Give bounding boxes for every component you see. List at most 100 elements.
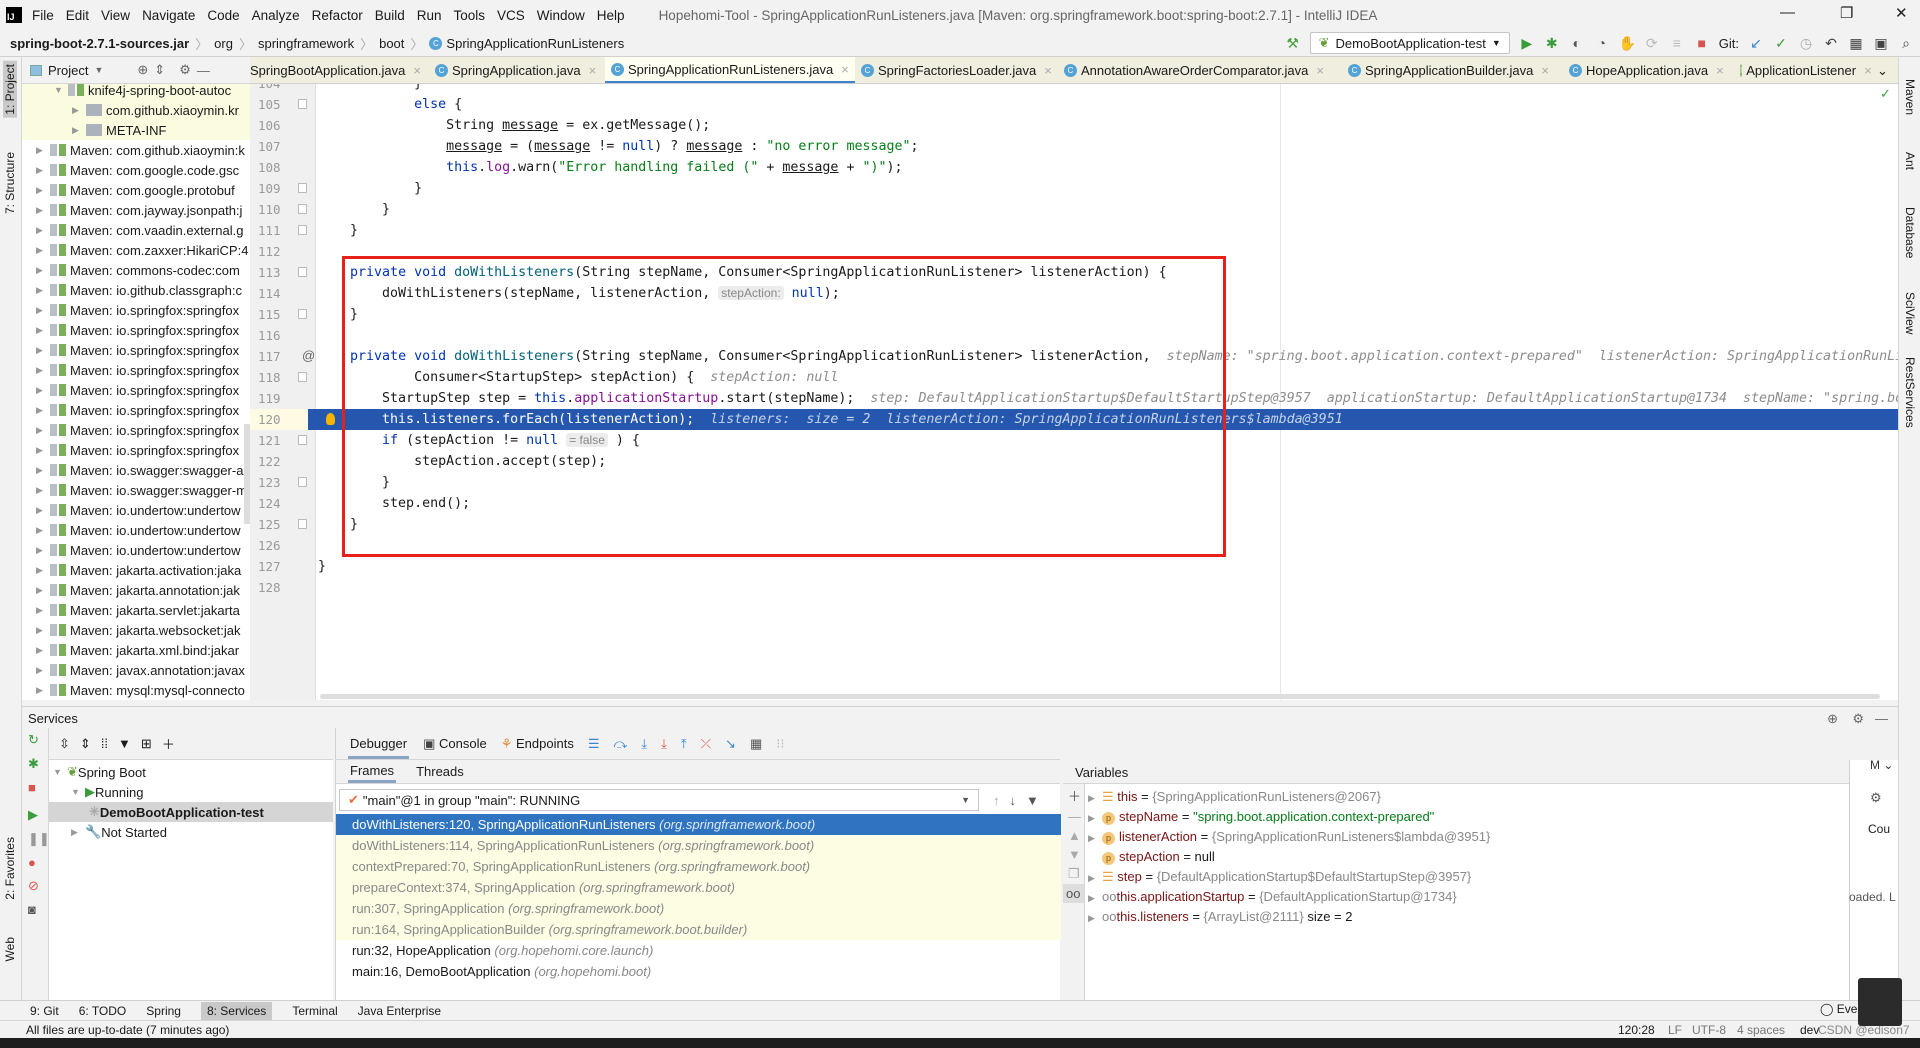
add-watch-icon[interactable]: ＋ — [1063, 784, 1084, 807]
collapsed-arrow-icon[interactable]: ▶ — [36, 245, 50, 256]
minimize-button[interactable]: — — [1780, 4, 1795, 21]
debug-restart-icon[interactable]: ✱ — [22, 752, 48, 776]
tab-close-icon[interactable]: × — [1864, 63, 1871, 78]
project-tree-item[interactable]: ▶ Maven: jakarta.annotation:jak — [22, 580, 250, 600]
caret-position[interactable]: 120:28 — [1618, 1023, 1655, 1037]
tab-threads[interactable]: Threads — [416, 764, 464, 779]
tab-list-chevron-icon[interactable]: ⌄ — [1871, 57, 1894, 83]
project-tree-item[interactable]: ▶ Maven: io.springfox:springfox — [22, 300, 250, 320]
fold-marker-icon[interactable] — [298, 183, 307, 193]
collapsed-arrow-icon[interactable]: ▶ — [36, 365, 50, 376]
project-tree-item[interactable]: ▶ Maven: io.springfox:springfox — [22, 340, 250, 360]
new-tab-icon[interactable]: ⊞ — [141, 736, 152, 752]
file-encoding[interactable]: UTF-8 — [1692, 1023, 1726, 1037]
git-commit-icon[interactable]: ✓ — [1773, 35, 1789, 52]
menu-help[interactable]: Help — [597, 8, 625, 23]
fold-marker-icon[interactable] — [298, 99, 307, 109]
memory-settings-icon[interactable]: ⚙ — [1870, 790, 1882, 806]
menu-run[interactable]: Run — [417, 8, 442, 23]
expand-arrow-icon[interactable]: ▶ — [1088, 788, 1102, 808]
tool-window-services[interactable]: 8: Services — [200, 1001, 273, 1020]
tab-close-icon[interactable]: × — [1044, 63, 1052, 78]
variable-row[interactable]: ▶ oothis.applicationStartup = {DefaultApp… — [1088, 887, 1457, 907]
stack-frame[interactable]: run:164, SpringApplicationBuilder (org.s… — [336, 919, 1061, 940]
expanded-arrow-icon[interactable]: ▼ — [71, 787, 85, 797]
frame-up-icon[interactable]: ↑ — [993, 793, 1000, 808]
service-tree-item[interactable]: ▶ 🔧 Not Started — [49, 822, 333, 842]
variable-row[interactable]: p stepAction = null — [1088, 847, 1215, 867]
close-button[interactable]: ✕ — [1895, 4, 1908, 22]
collapsed-arrow-icon[interactable]: ▶ — [36, 405, 50, 416]
run-config-select[interactable]: ❦ DemoBootApplication-test ▼ — [1309, 32, 1510, 54]
coverage-icon[interactable]: ◐ — [1569, 35, 1585, 51]
collapsed-arrow-icon[interactable]: ▶ — [36, 445, 50, 456]
collapse-all-icon[interactable]: ⇕ — [80, 736, 91, 752]
indent-setting[interactable]: 4 spaces — [1737, 1023, 1785, 1037]
project-structure-icon[interactable]: ▦ — [1848, 35, 1864, 52]
project-tree-item[interactable]: ▶ Maven: io.springfox:springfox — [22, 400, 250, 420]
editor-tab[interactable]: I ApplicationListener × — [1734, 57, 1871, 83]
menu-refactor[interactable]: Refactor — [312, 8, 363, 23]
project-tree-item[interactable]: ▶ Maven: io.springfox:springfox — [22, 360, 250, 380]
fold-marker-icon[interactable] — [298, 225, 307, 235]
tab-console[interactable]: ▣ Console — [423, 736, 487, 752]
collapsed-arrow-icon[interactable]: ▶ — [36, 665, 50, 676]
debug-icon[interactable]: ✱ — [1544, 35, 1560, 52]
menu-window[interactable]: Window — [537, 8, 585, 23]
project-tree-item[interactable]: ▶ Maven: jakarta.websocket:jak — [22, 620, 250, 640]
memory-tab[interactable]: M ⌄ — [1870, 758, 1893, 772]
editor-tab[interactable]: C AnnotationAwareOrderComparator.java × — [1058, 57, 1342, 83]
run-icon[interactable]: ▶ — [1519, 35, 1535, 52]
variable-row[interactable]: ▶ oothis.listeners = {ArrayList@2111} siz… — [1088, 907, 1353, 927]
tool-window-terminal[interactable]: Terminal — [292, 1004, 337, 1018]
show-execution-point-icon[interactable]: ☰ — [588, 736, 600, 752]
line-separator[interactable]: LF — [1668, 1023, 1682, 1037]
fold-marker-icon[interactable] — [298, 477, 307, 487]
project-tree-item[interactable]: ▶ Maven: com.github.xiaoymin:k — [22, 140, 250, 160]
tool-sciview[interactable]: SciView — [1903, 292, 1917, 334]
collapsed-arrow-icon[interactable]: ▶ — [36, 145, 50, 156]
tool-restservices[interactable]: RestServices — [1903, 357, 1917, 428]
git-rollback-icon[interactable]: ↶ — [1823, 35, 1839, 52]
menu-navigate[interactable]: Navigate — [142, 8, 195, 23]
tool-window-git[interactable]: 9: Git — [30, 1004, 59, 1018]
expand-arrow-icon[interactable]: ▶ — [1088, 868, 1102, 888]
presentation-icon[interactable]: ▣ — [1873, 35, 1889, 52]
search-icon[interactable]: ⌕ — [1898, 35, 1914, 52]
collapsed-arrow-icon[interactable]: ▶ — [36, 625, 50, 636]
project-tree-item[interactable]: ▶ Maven: com.zaxxer:HikariCP:4 — [22, 240, 250, 260]
collapsed-arrow-icon[interactable]: ▶ — [36, 305, 50, 316]
run-to-cursor-icon[interactable]: ↘ — [725, 736, 736, 752]
filter-frames-icon[interactable]: ▼ — [1026, 793, 1039, 808]
thread-select[interactable]: ✔ "main"@1 in group "main": RUNNING ▼ — [339, 789, 979, 811]
variable-row[interactable]: ▶ ☰ this = {SpringApplicationRunListeners… — [1088, 787, 1381, 807]
variable-row[interactable]: ▶ p listenerAction = {SpringApplicationRun… — [1088, 827, 1490, 847]
rerun-icon[interactable]: ↻ — [22, 728, 48, 752]
breadcrumb-springframework[interactable]: springframework — [258, 36, 354, 51]
menu-build[interactable]: Build — [375, 8, 405, 23]
service-tree-item[interactable]: ✳ DemoBootApplication-test — [49, 802, 333, 822]
tool-window-todo[interactable]: 6: TODO — [79, 1004, 127, 1018]
collapsed-arrow-icon[interactable]: ▶ — [72, 105, 86, 116]
tab-close-icon[interactable]: × — [1541, 63, 1549, 78]
project-tree-item[interactable]: ▶ Maven: com.jayway.jsonpath:j — [22, 200, 250, 220]
resume-icon[interactable]: ▶ — [22, 799, 48, 827]
breadcrumb-jar[interactable]: spring-boot-2.7.1-sources.jar — [10, 36, 189, 51]
tab-close-icon[interactable]: × — [1716, 63, 1724, 78]
watches-toggle-icon[interactable]: oo — [1063, 884, 1084, 903]
collapsed-arrow-icon[interactable]: ▶ — [36, 605, 50, 616]
project-tree-item[interactable]: ▶ Maven: com.google.protobuf — [22, 180, 250, 200]
collapsed-arrow-icon[interactable]: ▶ — [36, 485, 50, 496]
project-tree-item[interactable]: ▶ Maven: jakarta.xml.bind:jakar — [22, 640, 250, 660]
step-out-icon[interactable]: ⤒ — [681, 736, 687, 752]
collapsed-arrow-icon[interactable]: ▶ — [36, 465, 50, 476]
project-tree-item[interactable]: ▶ Maven: io.undertow:undertow — [22, 520, 250, 540]
collapsed-arrow-icon[interactable]: ▶ — [36, 165, 50, 176]
project-tree-item[interactable]: ▶ Maven: io.springfox:springfox — [22, 320, 250, 340]
tool-structure[interactable]: 7: Structure — [3, 152, 17, 214]
collapsed-arrow-icon[interactable]: ▶ — [36, 545, 50, 556]
collapsed-arrow-icon[interactable]: ▶ — [36, 685, 50, 696]
expand-arrow-icon[interactable]: ▶ — [1088, 808, 1102, 828]
lightbulb-icon[interactable] — [326, 413, 335, 425]
expand-arrow-icon[interactable]: ▶ — [1088, 888, 1102, 908]
